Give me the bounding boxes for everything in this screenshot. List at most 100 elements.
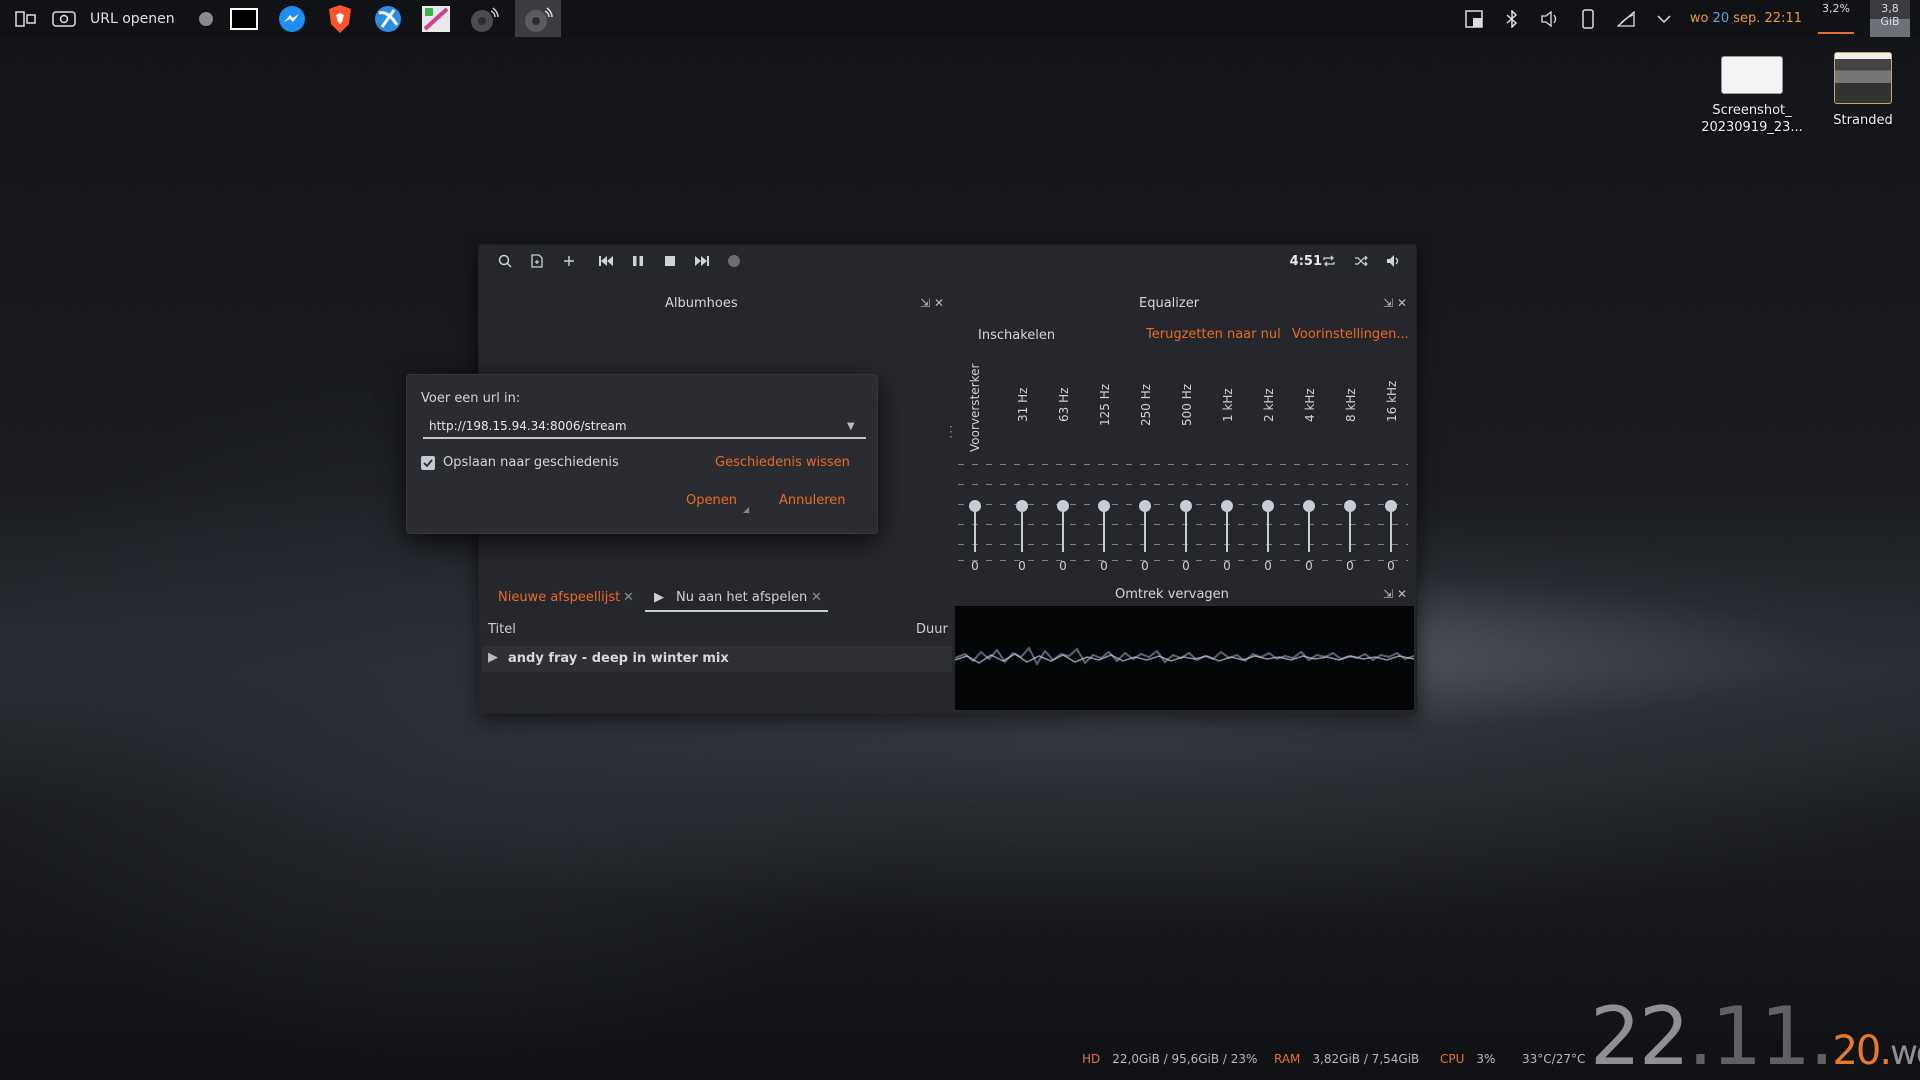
- band-slider[interactable]: [1180, 500, 1192, 552]
- stop-button[interactable]: [660, 251, 680, 271]
- cancel-button[interactable]: Annuleren: [779, 493, 846, 508]
- slider-knob[interactable]: [1139, 500, 1151, 512]
- visualizer-panel-controls[interactable]: ⇲✕: [1383, 587, 1411, 601]
- volume-icon[interactable]: [1538, 7, 1562, 31]
- audio-player-launcher[interactable]: [467, 2, 501, 36]
- open-button[interactable]: Openen: [686, 493, 737, 508]
- playlist-row[interactable]: ▶ andy fray - deep in winter mix: [482, 646, 952, 672]
- albumart-panel-controls[interactable]: ⇲✕: [920, 296, 948, 310]
- equalizer-presets-button[interactable]: Voorinstellingen...: [1292, 327, 1409, 342]
- preamp-slider[interactable]: [969, 500, 981, 552]
- chevron-down-icon[interactable]: [1652, 7, 1676, 31]
- slider-knob[interactable]: [1262, 500, 1274, 512]
- top-panel: URL openen wo 20 sep. 22:11 3,2% 3,8 GiB: [0, 0, 1920, 37]
- network-icon[interactable]: [1614, 7, 1638, 31]
- slider-knob[interactable]: [1180, 500, 1192, 512]
- volume-icon[interactable]: [1383, 251, 1403, 271]
- slider-knob[interactable]: [1344, 500, 1356, 512]
- band-value: 0: [1141, 559, 1149, 573]
- clear-history-button[interactable]: Geschiedenis wissen: [715, 455, 850, 470]
- cpu-stat: CPU 3%: [1440, 1052, 1495, 1066]
- desktop-icon-stranded[interactable]: Stranded: [1808, 52, 1918, 129]
- band-slider[interactable]: [1262, 500, 1274, 552]
- slider-knob[interactable]: [969, 500, 981, 512]
- shuffle-icon[interactable]: [1351, 251, 1371, 271]
- close-tab-icon[interactable]: ✕: [811, 590, 822, 605]
- next-track-button[interactable]: [692, 251, 712, 271]
- clock-time: 22:11: [1764, 11, 1802, 26]
- close-tab-icon[interactable]: ✕: [623, 590, 634, 605]
- cpu-label: CPU: [1440, 1052, 1465, 1066]
- date-time[interactable]: wo 20 sep. 22:11: [1690, 11, 1802, 26]
- slider-knob[interactable]: [1057, 500, 1069, 512]
- audio-player-launcher-active[interactable]: [514, 0, 561, 37]
- player-toolbar: 4:51: [479, 245, 1416, 277]
- band-value: 0: [1264, 559, 1272, 573]
- clock-minute: 11: [1711, 990, 1811, 1080]
- band-slider[interactable]: [1385, 500, 1397, 552]
- equalizer-reset-button[interactable]: Terugzetten naar nul: [1146, 327, 1281, 342]
- column-header-duration[interactable]: Duur: [916, 622, 948, 637]
- desktop-switcher-icon[interactable]: [14, 7, 38, 31]
- date-num: 20: [1712, 11, 1730, 26]
- band-slider[interactable]: [1057, 500, 1069, 552]
- window-manager-icon[interactable]: [1462, 7, 1486, 31]
- chevron-down-icon[interactable]: ▼: [847, 421, 855, 432]
- band-slider[interactable]: [1344, 500, 1356, 552]
- band-slider[interactable]: [1139, 500, 1151, 552]
- screenshot-thumbnail: [1721, 56, 1783, 94]
- resize-grip-icon[interactable]: ◢: [743, 505, 749, 514]
- slider-knob[interactable]: [1098, 500, 1110, 512]
- phone-connect-icon[interactable]: [1576, 7, 1600, 31]
- add-icon[interactable]: [559, 251, 579, 271]
- clock-hour: 22: [1590, 990, 1690, 1080]
- cpu-meter[interactable]: 3,2%: [1816, 0, 1856, 37]
- band-label: 16 kHz: [1385, 380, 1399, 422]
- band-label: 63 Hz: [1057, 387, 1071, 422]
- clock-weekday: wo: [1890, 1033, 1920, 1073]
- browser-launcher[interactable]: [371, 2, 405, 36]
- terminal-launcher[interactable]: [227, 2, 261, 36]
- bluetooth-icon[interactable]: [1500, 7, 1524, 31]
- band-slider[interactable]: [1016, 500, 1028, 552]
- band-value: 0: [1305, 559, 1313, 573]
- splitter-handle-icon[interactable]: · · ·: [949, 421, 953, 443]
- previous-track-button[interactable]: [596, 251, 616, 271]
- url-input[interactable]: [423, 415, 866, 439]
- band-slider[interactable]: [1098, 500, 1110, 552]
- column-header-title[interactable]: Titel: [488, 622, 516, 637]
- save-history-checkbox[interactable]: [421, 456, 435, 470]
- pause-button[interactable]: [628, 251, 648, 271]
- screenshot-icon[interactable]: [52, 7, 76, 31]
- open-file-icon[interactable]: [527, 251, 547, 271]
- repeat-icon[interactable]: [1319, 251, 1339, 271]
- disk-value: 22,0GiB / 95,6GiB / 23%: [1112, 1052, 1258, 1066]
- record-icon[interactable]: [724, 251, 744, 271]
- messenger-launcher[interactable]: [275, 2, 309, 36]
- band-value: 0: [1018, 559, 1026, 573]
- cpu-meter-bar: [1818, 32, 1854, 34]
- kdenlive-launcher[interactable]: [419, 2, 453, 36]
- band-slider[interactable]: [1221, 500, 1233, 552]
- slider-knob[interactable]: [1385, 500, 1397, 512]
- active-window-title: URL openen: [90, 10, 175, 27]
- band-value: 0: [1182, 559, 1190, 573]
- desktop-icon-screenshot[interactable]: Screenshot_ 20230919_23...: [1697, 56, 1807, 136]
- active-tab-underline: [645, 610, 828, 612]
- visualizer-panel-title: Omtrek vervagen: [1115, 587, 1229, 602]
- tab-nu-aan-het-afspelen[interactable]: Nu aan het afspelen: [676, 590, 807, 605]
- memory-meter[interactable]: 3,8 GiB: [1870, 0, 1910, 37]
- albumart-panel-title: Albumhoes: [665, 296, 738, 311]
- slider-knob[interactable]: [1221, 500, 1233, 512]
- desktop-clock: 22.11.20.wo: [1590, 990, 1920, 1080]
- tab-nieuwe-afspeellijst[interactable]: Nieuwe afspeellijst: [498, 590, 620, 605]
- slider-knob[interactable]: [1016, 500, 1028, 512]
- search-icon[interactable]: [495, 251, 515, 271]
- url-prompt-label: Voer een url in:: [421, 391, 521, 406]
- track-title: andy fray - deep in winter mix: [508, 651, 729, 666]
- equalizer-enable-toggle[interactable]: Inschakelen: [978, 328, 1055, 343]
- band-slider[interactable]: [1303, 500, 1315, 552]
- brave-browser-launcher[interactable]: [323, 2, 357, 36]
- equalizer-panel-controls[interactable]: ⇲✕: [1383, 296, 1411, 310]
- slider-knob[interactable]: [1303, 500, 1315, 512]
